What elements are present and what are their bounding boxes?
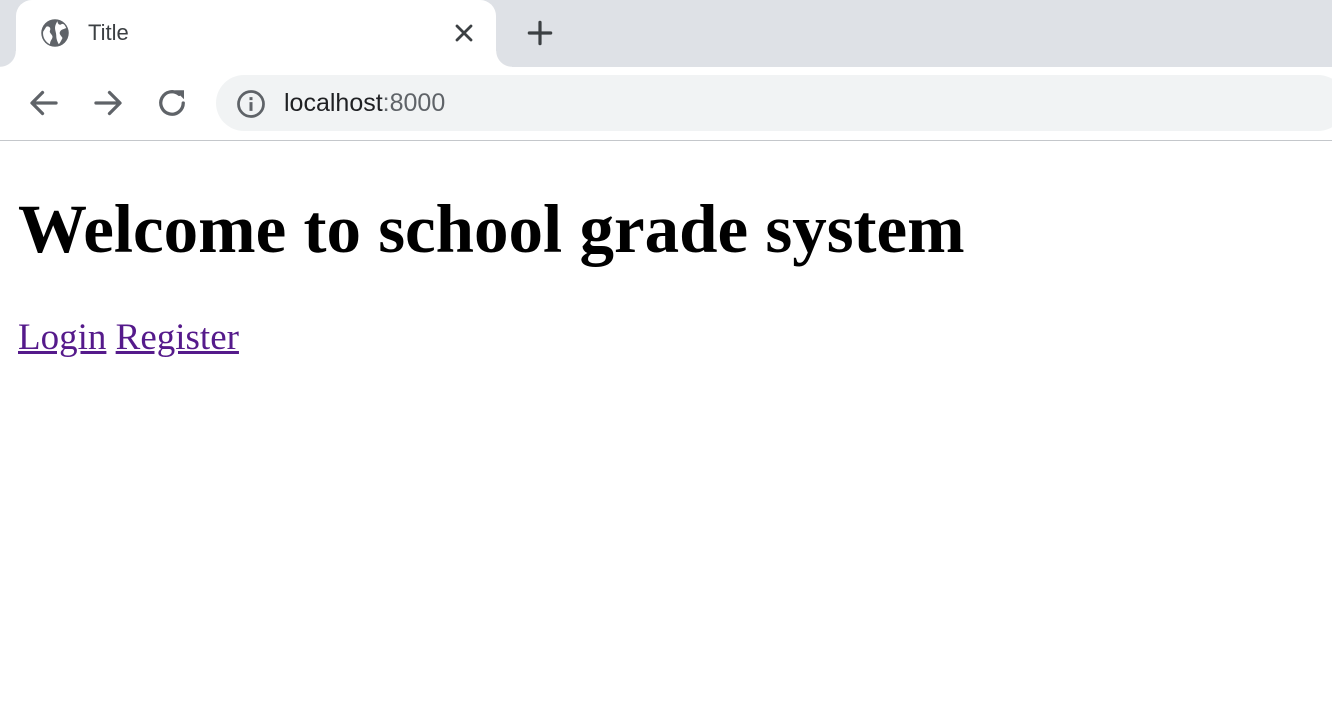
reload-icon[interactable] [154, 85, 190, 121]
url-text[interactable]: localhost:8000 [284, 88, 445, 118]
browser-toolbar: localhost:8000 [0, 67, 1332, 141]
page-heading: Welcome to school grade system [18, 191, 965, 267]
forward-arrow-icon[interactable] [90, 85, 126, 121]
register-link[interactable]: Register [116, 317, 239, 358]
plus-icon[interactable] [524, 17, 556, 49]
login-link[interactable]: Login [18, 317, 106, 358]
info-icon[interactable] [236, 89, 266, 119]
globe-icon [41, 19, 69, 47]
back-arrow-icon[interactable] [26, 85, 62, 121]
tab-strip: Title [0, 0, 1332, 67]
auth-links: Login Register [18, 316, 239, 360]
close-icon[interactable] [450, 19, 478, 47]
tab-curve-left [0, 51, 16, 67]
url-port: :8000 [382, 89, 446, 117]
url-host: localhost [284, 89, 383, 117]
tab-curve-right [496, 51, 512, 67]
page-content: Welcome to school grade system Login Reg… [0, 141, 1332, 710]
address-bar[interactable]: localhost:8000 [216, 75, 1332, 131]
tab-title: Title [88, 20, 129, 45]
